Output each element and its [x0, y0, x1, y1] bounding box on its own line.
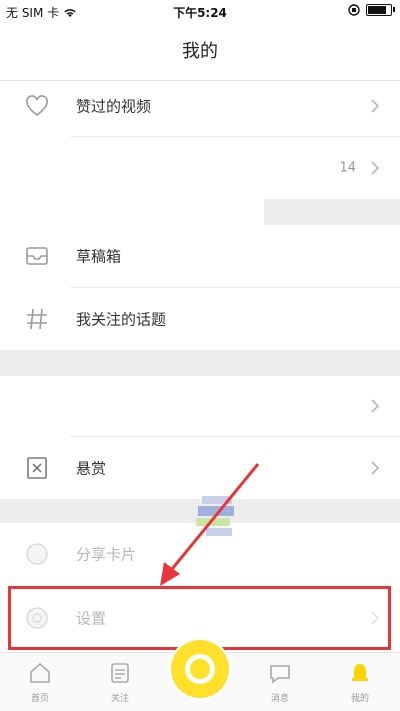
status-right [348, 4, 395, 16]
tab-label: 首页 [30, 694, 49, 704]
tab-label: 消息 [270, 694, 289, 704]
count-badge: 14 [339, 160, 356, 176]
divider [70, 436, 400, 437]
section-gap [264, 199, 400, 225]
chevron-right-icon [371, 161, 380, 175]
menu-item-liked-videos[interactable]: 赞过的视频 [0, 76, 400, 136]
message-icon [270, 665, 290, 684]
bell-icon [352, 664, 368, 681]
battery-fill [368, 6, 386, 14]
menu-item-label: 分享卡片 [76, 545, 137, 564]
tab-messages[interactable]: 消息 [240, 653, 320, 711]
menu-item-share-card[interactable]: 分享卡片 [0, 524, 400, 584]
circle-icon [26, 543, 48, 565]
tab-me[interactable]: 我的 [320, 653, 400, 711]
camera-ring-icon [185, 654, 215, 684]
page-title: 我的 [182, 41, 218, 62]
status-bar: 无 SIM 卡 下午5:24 [0, 0, 400, 24]
menu-item-count[interactable]: 14 [0, 138, 400, 198]
chevron-right-icon [371, 99, 380, 113]
divider [70, 287, 400, 288]
heart-icon [26, 95, 48, 117]
menu-item-drafts[interactable]: 草稿箱 [0, 226, 400, 286]
nav-bar: 我的 [0, 24, 400, 81]
tab-label: 我的 [350, 694, 369, 704]
home-icon [30, 662, 50, 683]
menu-item-unlabeled[interactable] [0, 376, 400, 436]
menu-item-label: 悬赏 [76, 459, 107, 478]
menu-item-reward[interactable]: 悬赏 [0, 438, 400, 498]
orientation-lock-icon [348, 4, 360, 16]
status-time: 下午5:24 [173, 6, 227, 20]
reward-icon [27, 457, 47, 479]
menu-item-followed-topics[interactable]: 我关注的话题 [0, 289, 400, 349]
hashtag-icon [27, 308, 47, 330]
list-icon [111, 663, 129, 683]
tab-following[interactable]: 关注 [80, 653, 160, 711]
section-gap [0, 350, 400, 376]
menu-item-label: 赞过的视频 [76, 97, 152, 116]
divider [70, 136, 400, 137]
chevron-right-icon [371, 399, 380, 413]
center-camera-button[interactable] [171, 640, 229, 698]
tab-label: 关注 [110, 694, 129, 704]
battery-icon [366, 4, 395, 16]
menu-item-label: 我关注的话题 [76, 310, 167, 329]
inbox-icon [26, 247, 48, 265]
tab-home[interactable]: 首页 [0, 653, 80, 711]
menu-item-label: 草稿箱 [76, 247, 122, 266]
chevron-right-icon [371, 461, 380, 475]
